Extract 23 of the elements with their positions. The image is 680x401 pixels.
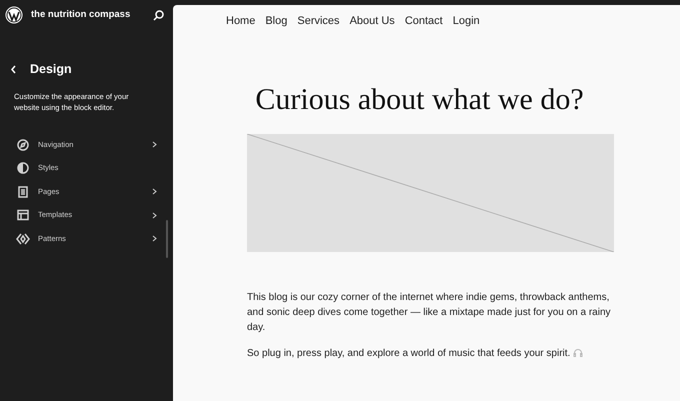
logo-icon[interactable]	[5, 6, 23, 24]
back-button[interactable]	[10, 64, 17, 74]
layout-icon	[17, 209, 29, 221]
chevron-left-icon	[10, 64, 17, 74]
search-icon	[153, 10, 164, 20]
nav-link[interactable]: Blog	[265, 13, 288, 30]
nav-link[interactable]: About Us	[350, 13, 395, 30]
scrollbar[interactable]	[166, 220, 168, 258]
panel-title: Design	[30, 61, 72, 78]
page-heading: Curious about what we do?	[254, 82, 585, 118]
nav-link[interactable]: Home	[226, 13, 256, 30]
nav-link[interactable]: Login	[452, 13, 480, 30]
site-title: the nutrition compass	[31, 8, 132, 22]
headphones-icon	[573, 348, 584, 358]
page-icon	[17, 186, 29, 198]
body-paragraph: This blog is our cozy corner of the internet where indie gems, throwback anthems, and sonic deep dives come together — like a mixtape made just for you on a rainy day.	[247, 290, 612, 334]
body-paragraph: So plug in, press play, and explore a world of music that feeds your spirit.	[247, 346, 627, 360]
nav-link[interactable]: Contact	[404, 13, 443, 30]
nav-link[interactable]: Services	[297, 13, 340, 30]
search-button[interactable]	[153, 10, 164, 20]
half-circle-icon	[17, 162, 29, 174]
compass-icon	[17, 138, 29, 150]
diamond-icon	[16, 232, 30, 244]
